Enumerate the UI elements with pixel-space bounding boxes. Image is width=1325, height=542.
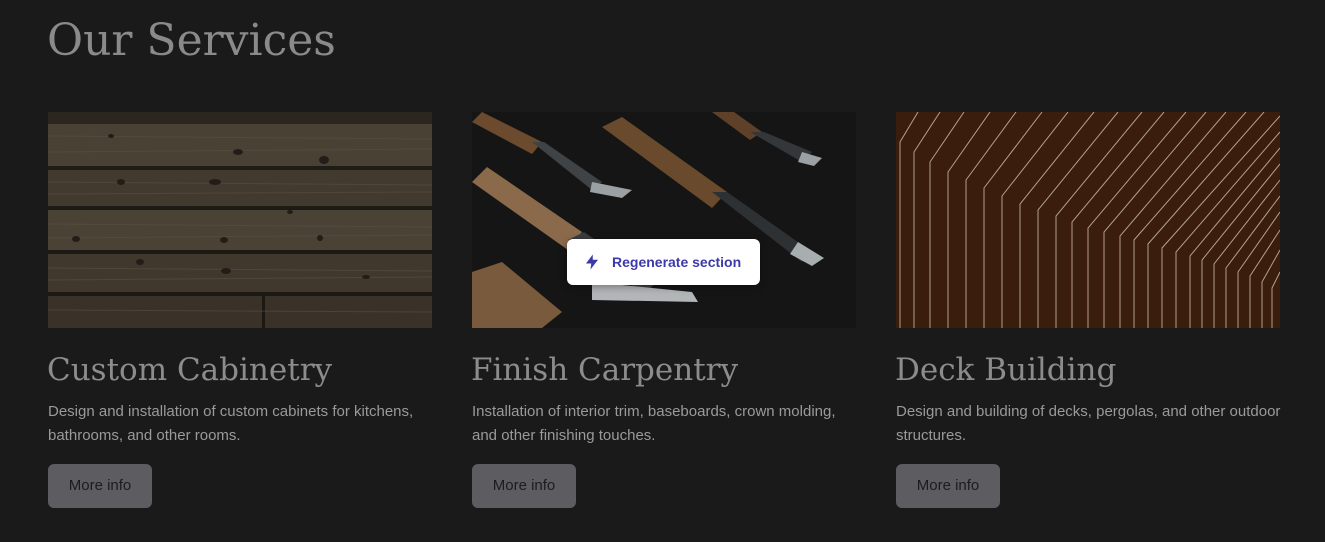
service-card-finish-carpentry: Finish Carpentry Installation of interio…	[471, 112, 856, 512]
service-image-wood-planks	[48, 112, 432, 328]
more-info-button[interactable]: More info	[472, 464, 576, 508]
lightning-bolt-icon	[586, 254, 598, 270]
service-title: Custom Cabinetry	[47, 352, 333, 388]
service-image-wood-slats	[896, 112, 1280, 328]
more-info-button[interactable]: More info	[48, 464, 152, 508]
service-description: Installation of interior trim, baseboard…	[472, 403, 836, 444]
regenerate-label: Regenerate section	[612, 254, 742, 270]
regenerate-section-button[interactable]: Regenerate section	[567, 239, 760, 285]
service-card-deck-building: Deck Building Design and building of dec…	[895, 112, 1280, 512]
service-description: Design and installation of custom cabine…	[48, 403, 414, 444]
service-description: Design and building of decks, pergolas, …	[896, 403, 1281, 444]
more-info-button[interactable]: More info	[896, 464, 1000, 508]
service-image-chisels	[472, 112, 856, 328]
section-title: Our Services	[47, 15, 336, 66]
service-card-custom-cabinetry: Custom Cabinetry Design and installation…	[47, 112, 432, 512]
service-title: Deck Building	[895, 352, 1117, 388]
services-section: Our Services Custom Cabinetry Design and…	[0, 0, 1325, 542]
service-title: Finish Carpentry	[471, 352, 738, 388]
